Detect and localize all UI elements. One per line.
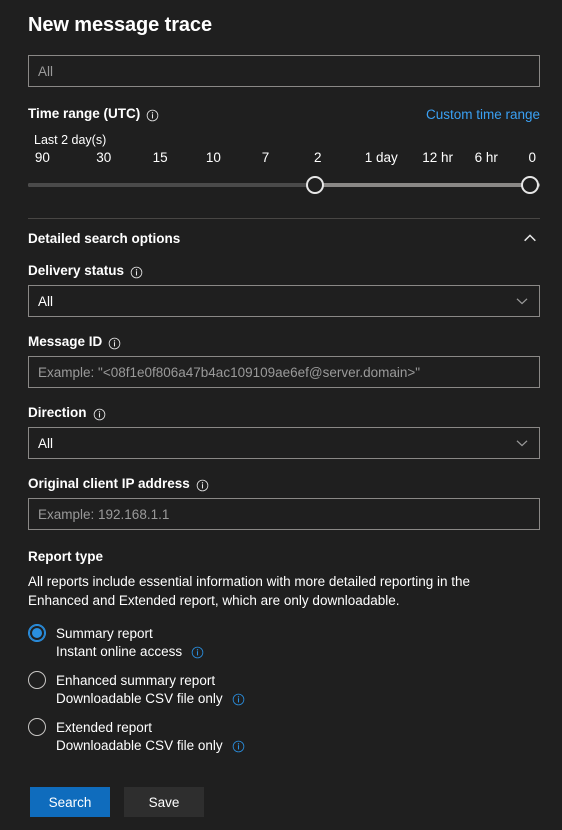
recipient-search-row (0, 37, 562, 87)
detailed-search-options-title: Detailed search options (28, 230, 181, 246)
client-ip-label-text: Original client IP address (28, 476, 190, 491)
slider-tick-9: 0 (528, 150, 537, 165)
slider-tick-labels: 90 30 15 10 7 2 1 day 12 hr 6 hr 0 (28, 150, 540, 168)
slider-tick-6: 1 day (364, 150, 398, 165)
radio-sublabel: Instant online access (56, 644, 183, 659)
message-id-label-text: Message ID (28, 334, 103, 349)
slider-tick-1: 30 (96, 150, 112, 165)
custom-time-range-link[interactable]: Custom time range (426, 107, 540, 122)
info-icon[interactable] (232, 740, 245, 753)
slider-tick-4: 7 (261, 150, 270, 165)
slider-thumb-end[interactable] (520, 176, 539, 194)
slider-tick-8: 6 hr (474, 150, 498, 165)
radio-label: Summary report (56, 625, 153, 641)
radio-sublabel: Downloadable CSV file only (56, 738, 223, 753)
info-icon[interactable] (146, 109, 159, 122)
slider-caption: Last 2 day(s) (34, 133, 107, 147)
save-button[interactable]: Save (124, 787, 204, 817)
radio-sublabel-row: Downloadable CSV file only (56, 691, 540, 706)
radio-label: Extended report (56, 719, 153, 735)
direction-field: Direction All (0, 388, 562, 459)
info-icon[interactable] (196, 479, 209, 492)
message-id-field: Message ID (0, 317, 562, 388)
report-type-option-1: Enhanced summary report Downloadable CSV … (28, 671, 540, 706)
delivery-status-label: Delivery status (28, 262, 143, 280)
direction-select[interactable]: All (28, 427, 540, 459)
radio-sublabel-row: Instant online access (56, 644, 540, 659)
slider-track-inactive (28, 183, 315, 187)
report-type-label-text: Report type (28, 549, 104, 564)
client-ip-input[interactable] (28, 498, 540, 530)
direction-label: Direction (28, 404, 106, 422)
slider-tick-7: 12 hr (422, 150, 453, 165)
report-type-radio-0[interactable]: Summary report (28, 624, 540, 642)
page-title: New message trace (28, 14, 212, 36)
report-type-option-2: Extended report Downloadable CSV file onl… (28, 718, 540, 753)
action-button-row: Search Save (0, 765, 562, 817)
detailed-search-options-header[interactable]: Detailed search options (0, 219, 562, 246)
report-type-radio-1[interactable]: Enhanced summary report (28, 671, 540, 689)
chevron-down-icon[interactable] (514, 435, 530, 451)
radio-sublabel-row: Downloadable CSV file only (56, 738, 540, 753)
slider-tick-0: 90 (34, 150, 50, 165)
info-icon[interactable] (108, 337, 121, 350)
delivery-status-field: Delivery status All (0, 246, 562, 317)
report-type-radio-2[interactable]: Extended report (28, 718, 540, 736)
delivery-status-value: All (38, 293, 54, 309)
report-type-option-0: Summary report Instant online access (28, 624, 540, 659)
delivery-status-label-text: Delivery status (28, 263, 125, 278)
radio-button[interactable] (28, 624, 46, 642)
chevron-up-icon[interactable] (522, 230, 538, 246)
report-type-section: Report type All reports include essentia… (0, 530, 562, 753)
direction-value: All (38, 435, 54, 451)
delivery-status-select[interactable]: All (28, 285, 540, 317)
radio-button[interactable] (28, 718, 46, 736)
report-type-radio-group: Summary report Instant online access Enhan… (28, 624, 540, 753)
info-icon[interactable] (130, 266, 143, 279)
message-id-label: Message ID (28, 333, 121, 351)
client-ip-field: Original client IP address (0, 459, 562, 530)
info-icon[interactable] (191, 646, 204, 659)
radio-label: Enhanced summary report (56, 672, 216, 688)
radio-sublabel: Downloadable CSV file only (56, 691, 223, 706)
report-type-description: All reports include essential informatio… (28, 574, 470, 608)
time-range-label-text: Time range (UTC) (28, 106, 141, 121)
slider-tick-5: 2 (314, 150, 322, 165)
time-range-slider-block: Last 2 day(s) 90 30 15 10 7 2 1 day 12 hr 6 hr 0 (0, 123, 562, 196)
search-button[interactable]: Search (30, 787, 110, 817)
report-type-label: Report type (28, 548, 103, 566)
message-trace-panel: New message trace Time range (UTC) Custo… (0, 0, 562, 830)
client-ip-label: Original client IP address (28, 475, 209, 493)
slider-tick-2: 15 (152, 150, 168, 165)
message-id-input[interactable] (28, 356, 540, 388)
slider-track[interactable] (28, 174, 540, 196)
time-range-label: Time range (UTC) (28, 105, 159, 123)
info-icon[interactable] (93, 408, 106, 421)
slider-tick-3: 10 (205, 150, 221, 165)
slider-thumb-start[interactable] (305, 176, 324, 194)
radio-button[interactable] (28, 671, 46, 689)
direction-label-text: Direction (28, 405, 87, 420)
recipient-search-input[interactable] (28, 55, 540, 87)
info-icon[interactable] (232, 693, 245, 706)
chevron-down-icon[interactable] (514, 293, 530, 309)
time-range-header: Time range (UTC) Custom time range (0, 87, 562, 123)
